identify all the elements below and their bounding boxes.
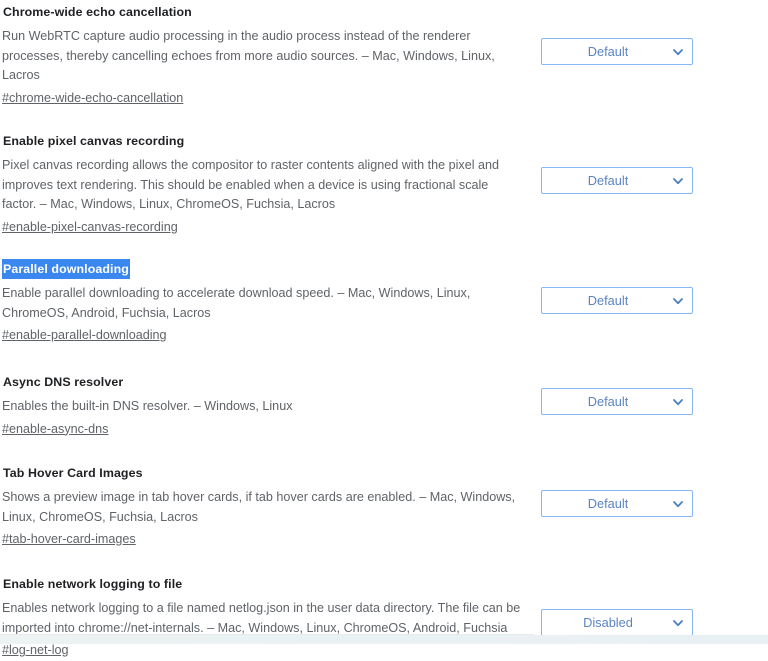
experiment-row: Enable pixel canvas recording Pixel canv… <box>0 131 768 237</box>
experiment-row: Parallel downloading Enable parallel dow… <box>0 259 768 346</box>
experiment-select-value: Default <box>587 293 629 308</box>
experiment-permalink[interactable]: #log-net-log <box>2 641 69 661</box>
experiment-text: Async DNS resolver Enables the built-in … <box>0 372 522 439</box>
experiment-select[interactable]: Disabled <box>541 609 693 636</box>
experiment-description: Enables the built-in DNS resolver. – Win… <box>2 399 293 413</box>
experiment-title: Chrome-wide echo cancellation <box>3 5 192 19</box>
experiment-control: Disabled <box>541 609 693 636</box>
chevron-down-icon <box>672 46 684 58</box>
experiment-row: Tab Hover Card Images Shows a preview im… <box>0 463 768 550</box>
experiment-title: Enable network logging to file <box>3 577 183 591</box>
experiment-title-wrap: Parallel downloading <box>2 259 522 279</box>
experiment-title-wrap: Chrome-wide echo cancellation <box>2 2 522 22</box>
experiment-text: Parallel downloading Enable parallel dow… <box>0 259 522 346</box>
experiment-description: Pixel canvas recording allows the compos… <box>2 158 500 212</box>
experiment-permalink[interactable]: #enable-parallel-downloading <box>2 326 167 346</box>
page-bottom-band <box>0 635 768 644</box>
experiment-text: Enable pixel canvas recording Pixel canv… <box>0 131 522 237</box>
experiment-description: Enables network logging to a file named … <box>2 601 521 635</box>
experiment-description: Shows a preview image in tab hover cards… <box>2 490 516 524</box>
experiment-text: Chrome-wide echo cancellation Run WebRTC… <box>0 2 522 108</box>
experiment-select-value: Default <box>587 394 629 409</box>
experiment-description: Run WebRTC capture audio processing in t… <box>2 29 495 83</box>
experiment-title-wrap: Tab Hover Card Images <box>2 463 522 483</box>
experiment-title: Async DNS resolver <box>3 375 124 389</box>
experiment-row: Async DNS resolver Enables the built-in … <box>0 372 768 439</box>
experiment-select-value: Default <box>587 44 629 59</box>
experiment-title-wrap: Async DNS resolver <box>2 372 522 392</box>
chevron-down-icon <box>672 617 684 629</box>
experiment-row: Enable network logging to file Enables n… <box>0 574 768 661</box>
experiment-select-value: Default <box>587 496 629 511</box>
experiment-control: Default <box>541 490 693 517</box>
experiment-title-wrap: Enable network logging to file <box>2 574 522 594</box>
experiment-control: Default <box>541 167 693 194</box>
experiment-select[interactable]: Default <box>541 287 693 314</box>
experiment-text: Enable network logging to file Enables n… <box>0 574 522 661</box>
chevron-down-icon <box>672 498 684 510</box>
experiment-select[interactable]: Default <box>541 388 693 415</box>
experiment-title: Tab Hover Card Images <box>3 466 143 480</box>
experiment-select-value: Disabled <box>583 615 633 630</box>
experiment-permalink[interactable]: #enable-pixel-canvas-recording <box>2 218 178 238</box>
chevron-down-icon <box>672 396 684 408</box>
experiment-row: Chrome-wide echo cancellation Run WebRTC… <box>0 2 768 108</box>
experiment-select[interactable]: Default <box>541 490 693 517</box>
experiment-control: Default <box>541 287 693 314</box>
flags-experiment-list: Chrome-wide echo cancellation Run WebRTC… <box>0 0 768 657</box>
experiment-control: Default <box>541 388 693 415</box>
chevron-down-icon <box>672 295 684 307</box>
experiment-select[interactable]: Default <box>541 38 693 65</box>
experiment-permalink[interactable]: #enable-async-dns <box>2 420 108 440</box>
experiment-title: Enable pixel canvas recording <box>3 134 185 148</box>
experiment-text: Tab Hover Card Images Shows a preview im… <box>0 463 522 550</box>
experiment-select[interactable]: Default <box>541 167 693 194</box>
experiment-permalink[interactable]: #tab-hover-card-images <box>2 530 136 550</box>
experiment-control: Default <box>541 38 693 65</box>
chevron-down-icon <box>672 175 684 187</box>
experiment-title: Parallel downloading <box>2 259 130 279</box>
experiment-title-wrap: Enable pixel canvas recording <box>2 131 522 151</box>
experiment-select-value: Default <box>587 173 629 188</box>
experiment-description: Enable parallel downloading to accelerat… <box>2 286 471 320</box>
experiment-permalink[interactable]: #chrome-wide-echo-cancellation <box>2 89 183 109</box>
